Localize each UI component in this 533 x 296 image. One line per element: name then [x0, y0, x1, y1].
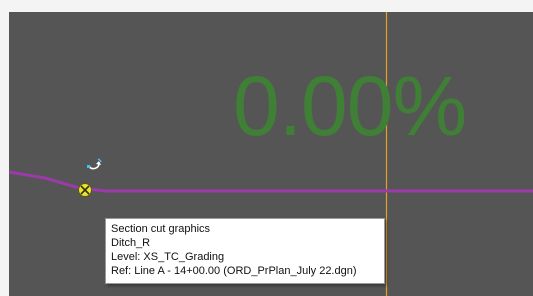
slope-percent-overlay: 0.00%	[233, 59, 467, 153]
view-window[interactable]: 0.00% Section cut graphics Ditch_R Level…	[0, 0, 533, 296]
keypoint-snap-icon	[78, 183, 92, 197]
tooltip-level: Level: XS_TC_Grading	[111, 251, 225, 263]
tooltip-title: Section cut graphics	[111, 223, 211, 235]
grid-line-horizontal	[9, 42, 533, 43]
tooltip-reference: Ref: Line A - 14+00.00 (ORD_PrPlan_July …	[111, 265, 357, 277]
element-info-tooltip: Section cut graphics Ditch_R Level: XS_T…	[105, 218, 385, 284]
tooltip-element-name: Ditch_R	[111, 237, 151, 249]
rotate-cursor-icon	[87, 158, 102, 170]
grid-line-vertical	[101, 12, 102, 296]
